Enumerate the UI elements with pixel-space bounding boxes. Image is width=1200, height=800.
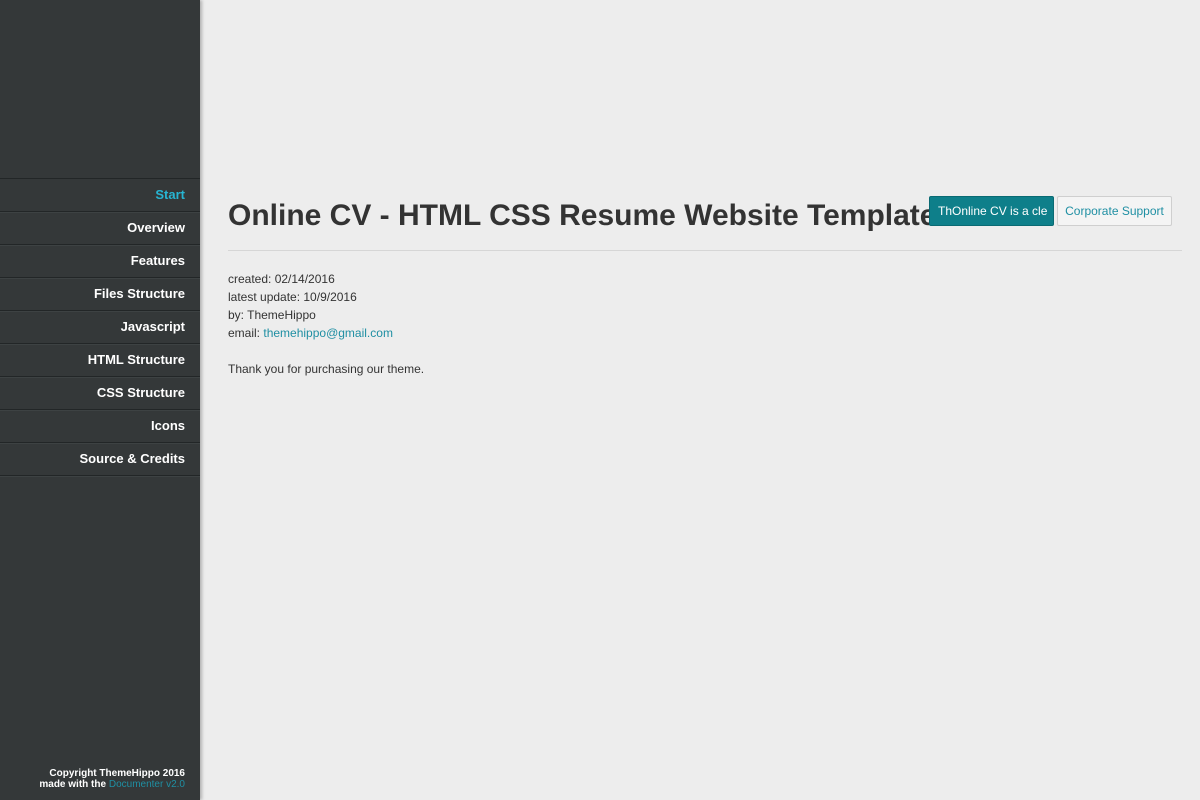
email-link[interactable]: themehippo@gmail.com	[263, 326, 393, 340]
sidebar-item-features[interactable]: Features	[0, 245, 200, 278]
sidebar-item-html-structure[interactable]: HTML Structure	[0, 344, 200, 377]
sidebar-item-css-structure[interactable]: CSS Structure	[0, 377, 200, 410]
email-line: email: themehippo@gmail.com	[228, 324, 424, 342]
sidebar-footer: Copyright ThemeHippo 2016 made with the …	[39, 768, 185, 790]
sidebar-item-files-structure[interactable]: Files Structure	[0, 278, 200, 311]
created-date: created: 02/14/2016	[228, 272, 335, 286]
thanks-text: Thank you for purchasing our theme.	[228, 362, 425, 376]
documenter-link[interactable]: Documenter v2.0	[109, 779, 185, 790]
sidebar-nav: Start Overview Features Files Structure …	[0, 178, 200, 476]
sidebar-item-overview[interactable]: Overview	[0, 212, 200, 245]
page-title: Online CV - HTML CSS Resume Website Temp…	[228, 199, 937, 232]
sidebar-item-start[interactable]: Start	[0, 179, 200, 212]
title-divider	[228, 250, 1182, 251]
sidebar-item-javascript[interactable]: Javascript	[0, 311, 200, 344]
email-label: email:	[228, 326, 261, 340]
author: by: ThemeHippo	[228, 308, 316, 322]
theme-meta: created: 02/14/2016 latest update: 10/9/…	[228, 270, 424, 378]
corporate-support-button[interactable]: Corporate Support	[1057, 196, 1172, 226]
made-with-text: made with the	[39, 779, 107, 790]
sidebar-item-icons[interactable]: Icons	[0, 410, 200, 443]
description-button[interactable]: ThOnline CV is a cle	[929, 196, 1054, 226]
sidebar: Start Overview Features Files Structure …	[0, 0, 200, 800]
made-with-line: made with the Documenter v2.0	[39, 779, 185, 790]
sidebar-item-source-credits[interactable]: Source & Credits	[0, 443, 200, 476]
copyright-text: Copyright ThemeHippo 2016	[49, 768, 185, 779]
latest-update: latest update: 10/9/2016	[228, 290, 357, 304]
